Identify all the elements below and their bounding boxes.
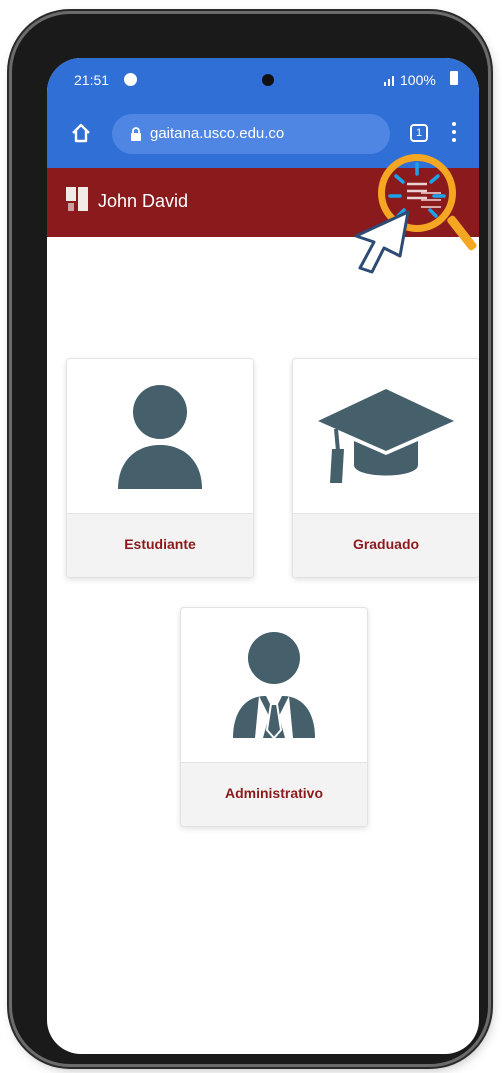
card-label-area: Estudiante [67,513,253,577]
status-bar: 21:51 100% [47,58,479,104]
url-text: gaitana.usco.edu.co [150,125,285,142]
administrative-icon [233,632,315,738]
browser-chrome: 21:51 100% gaitana.usco.edu.co 1 [47,58,479,168]
role-card-graduado[interactable]: Graduado [292,358,479,578]
signal-icon [384,76,394,86]
browser-menu-icon[interactable] [451,122,457,144]
card-label-area: Graduado [293,513,479,577]
card-label-area: Administrativo [181,762,367,826]
pointer-cursor-icon [354,210,410,274]
battery-level: 100% [400,72,436,88]
notification-icon [124,73,137,86]
card-icon-area [293,359,479,513]
user-name: John David [98,191,189,211]
status-time: 21:51 [74,72,110,88]
graduation-cap-icon [318,389,454,483]
card-icon-area [67,359,253,513]
address-bar[interactable]: gaitana.usco.edu.co [112,114,390,154]
role-card-estudiante[interactable]: Estudiante [66,358,254,578]
logo-icon [66,187,88,211]
tab-switcher-button[interactable]: 1 [410,124,428,142]
role-label-graduado: Graduado [352,536,420,552]
battery-icon [450,71,458,85]
home-icon[interactable] [70,122,92,144]
role-label-estudiante: Estudiante [124,536,196,552]
front-camera [262,74,274,86]
role-label-administrativo: Administrativo [224,785,323,801]
card-icon-area [181,608,367,762]
lock-icon [131,127,141,141]
role-card-administrativo[interactable]: Administrativo [180,607,368,827]
student-icon [118,385,202,489]
